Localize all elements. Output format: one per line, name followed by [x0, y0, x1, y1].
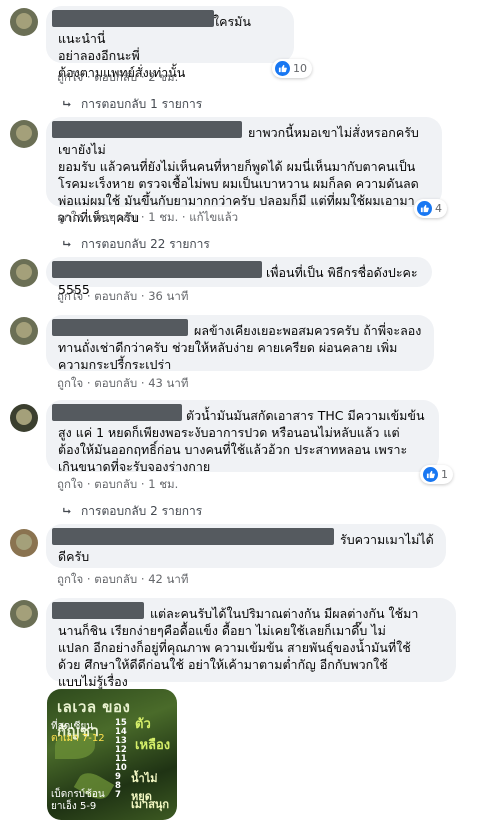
timestamp[interactable]: 42 นาที: [148, 572, 188, 586]
image-label-low: เมาสนุก: [131, 798, 170, 811]
like-icon: [417, 201, 432, 216]
like-link[interactable]: ถูกใจ: [57, 210, 83, 224]
redacted-name: [52, 528, 334, 545]
comment-bubble: ผลข้างเคียงเยอะพอสมควรครับ ถ้าพี่จะลอง ท…: [46, 315, 434, 372]
reaction-count: 10: [293, 62, 307, 75]
timestamp[interactable]: 36 นาที: [148, 289, 188, 303]
image-left-label: ตาเมา 7-12: [51, 733, 105, 744]
comment-bubble: ใครมันแนะนำนี่ อย่าลองอีกนะพี่ ต้องตามแพ…: [46, 6, 294, 80]
redacted-name: [52, 404, 182, 421]
avatar[interactable]: [10, 317, 38, 345]
redacted-name: [52, 121, 242, 138]
redacted-name: [52, 261, 262, 278]
reaction-count: 1: [441, 468, 448, 481]
reply-link[interactable]: ตอบกลับ: [94, 289, 137, 303]
comment-actions: ถูกใจ · ตอบกลับ · 2 ชม.: [57, 70, 179, 84]
reaction-badge[interactable]: 4: [414, 199, 447, 218]
reply-link[interactable]: ตอบกลับ: [94, 477, 137, 491]
comment-bubble: ยาพวกนี้หมอเขาไม่สั่งหรอกครับ เขายังไม่ …: [46, 117, 442, 225]
comment-actions: ถูกใจ · ตอบกลับ · 1 ชม.: [57, 477, 179, 491]
comment-bubble: เพื่อนที่เป็น พิธีกรชื่อดังปะคะ 5555: [46, 257, 432, 297]
redacted-name: [52, 602, 144, 619]
comment-actions: ถูกใจ · ตอบกลับ · 36 นาที: [57, 289, 189, 303]
comment-actions: ถูกใจ · ตอบกลับ · 42 นาที: [57, 572, 189, 586]
reaction-badge[interactable]: 1: [420, 465, 453, 484]
reply-link[interactable]: ตอบกลับ: [94, 70, 137, 84]
reply-arrow-icon: [63, 240, 71, 247]
reply-arrow-icon: [63, 100, 71, 107]
reaction-count: 4: [435, 202, 442, 215]
timestamp[interactable]: 2 ชม.: [148, 70, 178, 84]
reply-arrow-icon: [63, 507, 71, 514]
avatar[interactable]: [10, 259, 38, 287]
comment-actions: ถูกใจ · ตอบกลับ · 1 ชม. · แก้ไขแล้ว: [57, 210, 239, 224]
redacted-name: [52, 319, 188, 336]
comment-bubble: แต่ละคนรับได้ในปริมาณต่างกัน มีผลต่างกัน…: [46, 598, 456, 689]
reaction-badge[interactable]: 10: [272, 59, 312, 78]
view-replies-link[interactable]: การตอบกลับ 22 รายการ: [62, 235, 210, 254]
replies-label: การตอบกลับ 22 รายการ: [81, 237, 210, 251]
view-replies-link[interactable]: การตอบกลับ 2 รายการ: [62, 502, 202, 521]
reply-link[interactable]: ตอบกลับ: [94, 376, 137, 390]
comment-bubble: ตัวน้ำมันมันสกัดเอาสาร THC มีความเข้มข้น…: [46, 400, 439, 474]
timestamp[interactable]: 1 ชม.: [148, 477, 178, 491]
like-icon: [275, 61, 290, 76]
like-link[interactable]: ถูกใจ: [57, 572, 83, 586]
avatar[interactable]: [10, 8, 38, 36]
replies-label: การตอบกลับ 1 รายการ: [81, 97, 203, 111]
comment-actions: ถูกใจ · ตอบกลับ · 43 นาที: [57, 376, 189, 390]
view-replies-link[interactable]: การตอบกลับ 1 รายการ: [62, 95, 202, 114]
like-link[interactable]: ถูกใจ: [57, 376, 83, 390]
comment-bubble: รับความเมาไม่ได้ ดีครับ: [46, 524, 446, 568]
reply-link[interactable]: ตอบกลับ: [94, 210, 137, 224]
edited-label: แก้ไขแล้ว: [189, 210, 239, 224]
attached-image[interactable]: เลเวล ของ กัญชา ตัวเหลือง 15 14 13 12 11…: [47, 689, 177, 820]
like-link[interactable]: ถูกใจ: [57, 289, 83, 303]
avatar[interactable]: [10, 600, 38, 628]
like-link[interactable]: ถูกใจ: [57, 70, 83, 84]
reply-link[interactable]: ตอบกลับ: [94, 572, 137, 586]
image-subtitle: ตัวเหลือง: [135, 717, 171, 753]
image-left-label: ยาเอ็ง 5-9: [51, 801, 97, 812]
replies-label: การตอบกลับ 2 รายการ: [81, 504, 203, 518]
timestamp[interactable]: 1 ชม.: [148, 210, 178, 224]
redacted-name: [52, 10, 214, 27]
avatar[interactable]: [10, 120, 38, 148]
like-icon: [423, 467, 438, 482]
timestamp[interactable]: 43 นาที: [148, 376, 188, 390]
like-link[interactable]: ถูกใจ: [57, 477, 83, 491]
avatar[interactable]: [10, 404, 38, 432]
image-level-numbers: 15 14 13 12 11 10 9 8 7: [115, 718, 127, 800]
avatar[interactable]: [10, 529, 38, 557]
